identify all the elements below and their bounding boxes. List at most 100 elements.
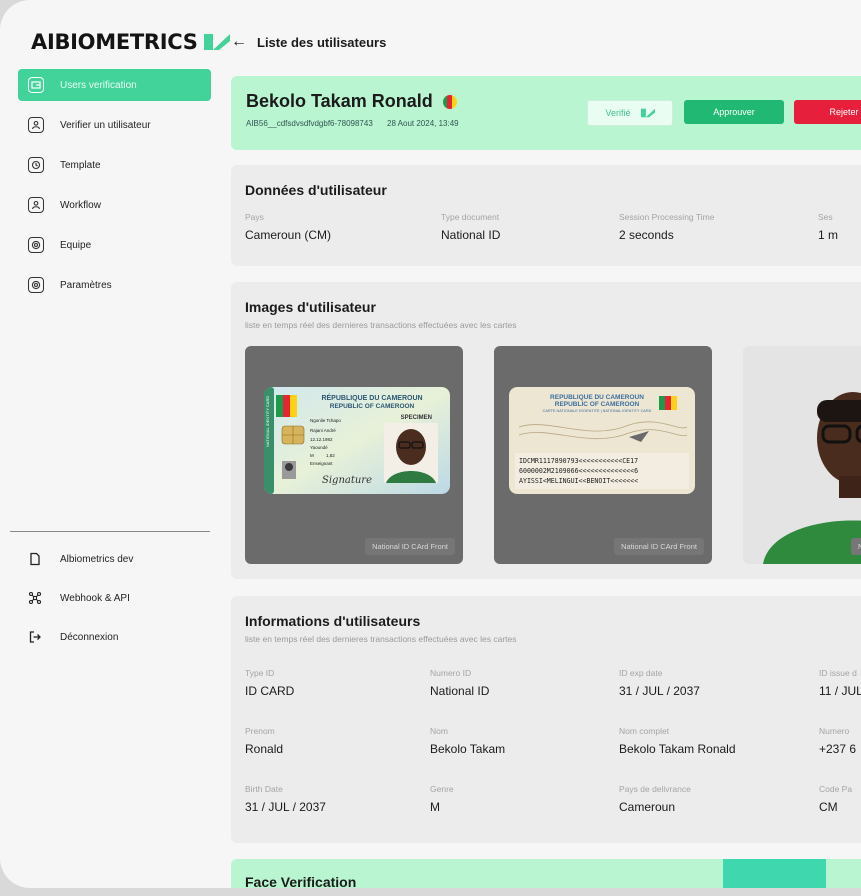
user-icon xyxy=(28,197,44,213)
field-label: Ses xyxy=(818,212,833,222)
settings-icon xyxy=(28,237,44,253)
field-label: Type ID xyxy=(245,668,275,678)
field-value: 31 / JUL / 2037 xyxy=(619,684,700,698)
svg-text:AYISSI<MELINGUI<<BENOIT<<<<<<<: AYISSI<MELINGUI<<BENOIT<<<<<<< xyxy=(519,477,638,485)
document-icon xyxy=(30,552,40,566)
approve-button[interactable]: Approuver xyxy=(684,100,784,124)
svg-text:REPUBLIC OF CAMEROON: REPUBLIC OF CAMEROON xyxy=(330,403,415,410)
id-front-image-card[interactable]: RÉPUBLIQUE DU CAMEROUN REPUBLIC OF CAMER… xyxy=(245,346,463,564)
selfie-photo xyxy=(743,346,861,564)
field-value: +237 6 xyxy=(819,742,857,756)
field-session: Ses 1 m xyxy=(818,212,838,242)
svg-text:Rajani André: Rajani André xyxy=(310,428,336,433)
svg-text:IDCMR1117890793<<<<<<<<<<<CE17: IDCMR1117890793<<<<<<<<<<<CE17 xyxy=(519,457,638,465)
svg-text:1,82: 1,82 xyxy=(326,453,335,458)
field-label: Genre xyxy=(430,784,454,794)
field-type-id: Type ID ID CARD xyxy=(245,668,294,698)
field-label: ID issue d xyxy=(819,668,857,678)
field-value: Cameroun (CM) xyxy=(245,228,332,242)
field-label: Pays xyxy=(245,212,264,222)
user-name: Bekolo Takam Ronald xyxy=(246,91,433,111)
field-label: Nom complet xyxy=(619,726,670,736)
user-images-card: Images d'utilisateur liste en temps réel… xyxy=(231,282,861,579)
field-value: 11 / JUL xyxy=(819,684,861,698)
field-value: Bekolo Takam xyxy=(430,742,506,756)
sidebar-item-label: Equipe xyxy=(60,239,92,251)
logout-icon xyxy=(29,631,41,643)
wallet-icon xyxy=(28,77,44,93)
sidebar-item-template[interactable]: Template xyxy=(18,149,211,181)
field-value: 31 / JUL / 2037 xyxy=(245,800,326,814)
face-verification-card: Face Verification xyxy=(231,859,861,888)
face-accent-block xyxy=(723,859,826,888)
id-back-image-card[interactable]: REPUBLIQUE DU CAMEROUN REPUBLIC OF CAMER… xyxy=(494,346,712,564)
brand-logo[interactable]: AIBIOMETRICS xyxy=(31,30,230,54)
field-value: 2 seconds xyxy=(619,228,674,242)
field-birth-date: Birth Date 31 / JUL / 2037 xyxy=(245,784,326,814)
sidebar-divider xyxy=(10,531,210,532)
svg-text:CARTE NATIONALE D'IDENTITE | N: CARTE NATIONALE D'IDENTITE | NATIONAL ID… xyxy=(543,409,652,413)
field-label: Prenom xyxy=(245,726,275,736)
user-meta: AIB56__cdfsdvsdfvdgbf6-78098743 28 Aout … xyxy=(246,119,471,128)
id-card-back-image: REPUBLIQUE DU CAMEROUN REPUBLIC OF CAMER… xyxy=(509,387,695,494)
section-subtitle: liste en temps réel des dernieres transa… xyxy=(245,320,517,330)
sidebar-item-verify-user[interactable]: Verifier un utilisateur xyxy=(18,109,211,141)
field-code-pays: Code Pa CM xyxy=(819,784,852,814)
sidebar-nav: Users verification Verifier un utilisate… xyxy=(18,69,211,309)
sidebar-item-webhook-api[interactable]: Webhook & API xyxy=(28,589,133,607)
sidebar-item-label: Users verification xyxy=(60,79,137,91)
reject-button[interactable]: Rejeter xyxy=(794,100,861,124)
svg-text:NATIONAL IDENTITY CARD: NATIONAL IDENTITY CARD xyxy=(265,396,270,447)
sidebar-item-parametres[interactable]: Paramètres xyxy=(18,269,211,301)
svg-text:Enseignant: Enseignant xyxy=(310,461,333,466)
user-id: AIB56__cdfsdvsdfvdgbf6-78098743 xyxy=(246,119,373,128)
selfie-image-card[interactable]: N xyxy=(743,346,861,564)
field-type-document: Type document National ID xyxy=(441,212,500,242)
field-label: ID exp date xyxy=(619,668,663,678)
field-value: ID CARD xyxy=(245,684,295,698)
page-title: Liste des utilisateurs xyxy=(257,34,387,50)
field-value: Bekolo Takam Ronald xyxy=(619,742,736,756)
field-nom-complet: Nom complet Bekolo Takam Ronald xyxy=(619,726,736,756)
field-value: National ID xyxy=(441,228,501,242)
back-arrow-icon[interactable]: ← xyxy=(231,33,247,51)
user-name-row: Bekolo Takam Ronald xyxy=(246,91,457,112)
sidebar-bottom-nav: Albiometrics dev Webhook & API Déconnexi… xyxy=(28,550,133,667)
svg-text:REPUBLIQUE DU CAMEROUN: REPUBLIQUE DU CAMEROUN xyxy=(550,394,644,401)
field-id-issue-date: ID issue d 11 / JUL xyxy=(819,668,861,698)
sidebar-item-label: Albiometrics dev xyxy=(60,553,134,565)
field-label: Code Pa xyxy=(819,784,853,794)
field-label: Numero xyxy=(819,726,850,736)
svg-text:SPECIMEN: SPECIMEN xyxy=(401,415,432,421)
section-title: Face Verification xyxy=(245,874,357,888)
field-label: Session Processing Time xyxy=(619,212,715,222)
field-numero-id: Numero ID National ID xyxy=(430,668,489,698)
sidebar-item-label: Verifier un utilisateur xyxy=(60,119,151,131)
svg-text:6000002M2109066<<<<<<<<<<<<<<6: 6000002M2109066<<<<<<<<<<<<<<6 xyxy=(519,467,638,475)
user-header-card: Bekolo Takam Ronald AIB56__cdfsdvsdfvdgb… xyxy=(231,76,861,150)
sidebar-item-label: Paramètres xyxy=(60,279,112,291)
brand-mark-icon xyxy=(203,34,230,50)
sidebar-item-equipe[interactable]: Equipe xyxy=(18,229,211,261)
field-value: Ronald xyxy=(245,742,284,756)
image-caption: National ID CArd Front xyxy=(614,538,704,555)
settings-icon xyxy=(28,277,44,293)
field-label: Birth Date xyxy=(245,784,283,794)
svg-text:M: M xyxy=(310,453,314,458)
sidebar-item-deconnexion[interactable]: Déconnexion xyxy=(28,628,133,646)
sidebar-item-albiometrics-dev[interactable]: Albiometrics dev xyxy=(28,550,133,568)
field-label: Pays de delivrance xyxy=(619,784,691,794)
section-title: Données d'utilisateur xyxy=(245,182,387,198)
field-genre: Genre M xyxy=(430,784,454,814)
verified-label: Verifié xyxy=(605,108,631,118)
sidebar-item-users-verification[interactable]: Users verification xyxy=(18,69,211,101)
sidebar-item-workflow[interactable]: Workflow xyxy=(18,189,211,221)
section-title: Informations d'utilisateurs xyxy=(245,613,421,629)
sidebar: AIBIOMETRICS Users verification Verifier… xyxy=(0,0,230,888)
svg-text:12.12.1982: 12.12.1982 xyxy=(310,437,333,442)
field-value: M xyxy=(430,800,440,814)
svg-text:Signature: Signature xyxy=(322,475,372,486)
app-window: AIBIOMETRICS Users verification Verifier… xyxy=(0,0,861,888)
field-numero: Numero +237 6 xyxy=(819,726,856,756)
user-info-card: Informations d'utilisateurs liste en tem… xyxy=(231,596,861,843)
